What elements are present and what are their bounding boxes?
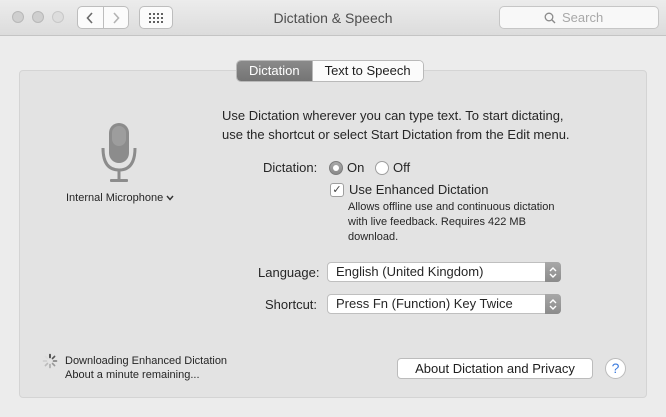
description-line: Use Dictation wherever you can type text… xyxy=(222,108,564,123)
enhanced-dictation-label: Use Enhanced Dictation xyxy=(349,182,489,197)
select-arrows-icon xyxy=(545,294,561,314)
note-line: download. xyxy=(348,231,399,243)
search-field[interactable] xyxy=(499,6,659,29)
back-forward-buttons xyxy=(77,6,129,29)
status-line: Downloading Enhanced Dictation xyxy=(65,355,228,367)
show-all-button[interactable] xyxy=(139,6,173,29)
shortcut-value: Press Fn (Function) Key Twice xyxy=(336,296,513,311)
dictation-on-label: On xyxy=(347,160,365,175)
forward-button[interactable] xyxy=(102,7,129,28)
download-status: Downloading Enhanced Dictation About a m… xyxy=(65,354,227,382)
enhanced-dictation-note: Allows offline use and continuous dictat… xyxy=(348,200,598,245)
tab-dictation[interactable]: Dictation xyxy=(237,61,312,81)
status-line: About a minute remaining... xyxy=(65,369,200,381)
note-line: Allows offline use and continuous dictat… xyxy=(348,201,555,213)
radio-off-icon xyxy=(375,160,389,175)
spinner-icon xyxy=(42,353,58,372)
dictation-off-label: Off xyxy=(393,160,411,175)
title-bar: Dictation & Speech xyxy=(0,0,666,36)
chevron-right-icon xyxy=(113,11,120,24)
language-value: English (United Kingdom) xyxy=(336,264,484,279)
shortcut-label: Shortcut: xyxy=(265,297,318,312)
dictation-off-radio[interactable]: Off xyxy=(375,160,410,175)
help-button[interactable]: ? xyxy=(605,358,626,379)
chevron-left-icon xyxy=(86,11,93,24)
select-arrows-icon xyxy=(545,262,561,282)
microphone-selector[interactable]: Internal Microphone xyxy=(66,192,174,204)
microphone-label: Internal Microphone xyxy=(66,192,164,204)
close-icon[interactable] xyxy=(12,11,24,23)
about-dictation-button[interactable]: About Dictation and Privacy xyxy=(397,358,593,379)
dictation-description: Use Dictation wherever you can type text… xyxy=(222,106,622,144)
zoom-icon[interactable] xyxy=(52,11,64,23)
dictation-on-radio[interactable]: On xyxy=(329,160,364,175)
radio-on-icon xyxy=(329,160,343,175)
search-input[interactable] xyxy=(562,10,614,25)
checkmark-icon: ✓ xyxy=(330,182,344,197)
dictation-label: Dictation: xyxy=(263,160,318,175)
enhanced-dictation-checkbox[interactable]: ✓ Use Enhanced Dictation xyxy=(330,182,488,197)
chevron-down-icon xyxy=(166,195,174,201)
language-label: Language: xyxy=(258,265,320,280)
language-select[interactable]: English (United Kingdom) xyxy=(327,262,561,282)
minimize-icon[interactable] xyxy=(32,11,44,23)
shortcut-select[interactable]: Press Fn (Function) Key Twice xyxy=(327,294,561,314)
tab-text-to-speech[interactable]: Text to Speech xyxy=(311,61,423,81)
tab-bar: Dictation Text to Speech xyxy=(236,60,424,82)
grid-icon xyxy=(149,12,163,23)
back-button[interactable] xyxy=(78,7,103,28)
note-line: with live feedback. Requires 422 MB xyxy=(348,216,526,228)
description-line: use the shortcut or select Start Dictati… xyxy=(222,127,570,142)
search-icon xyxy=(544,12,556,23)
microphone-icon xyxy=(100,120,138,189)
